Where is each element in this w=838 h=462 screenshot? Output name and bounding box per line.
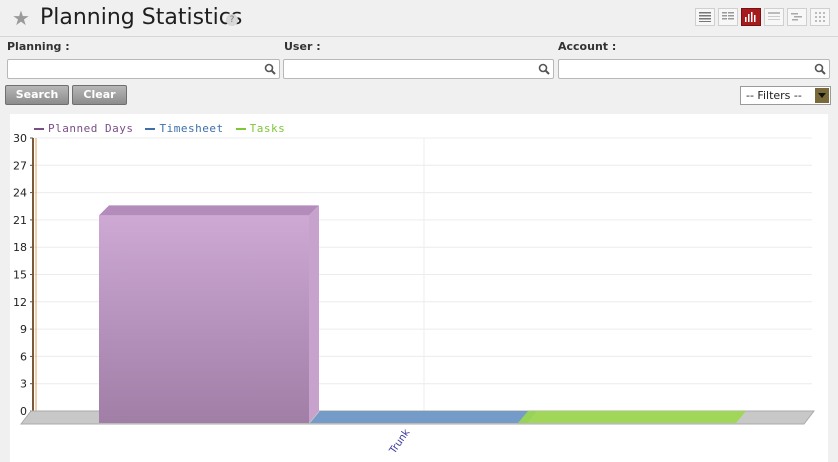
y-tick-label: 12 <box>13 296 27 309</box>
y-tick-label: 3 <box>20 378 27 391</box>
series-bar-timesheet <box>310 411 537 423</box>
y-tick-label: 30 <box>13 132 27 145</box>
y-tick-label: 24 <box>13 187 27 200</box>
bar-chart: 0 3 6 9 12 15 18 21 24 27 30 Trunk <box>13 132 816 457</box>
y-tick-label: 18 <box>13 241 27 254</box>
y-tick-label: 27 <box>13 159 27 172</box>
y-tick-label: 15 <box>13 269 27 282</box>
bar-planned-days-trunk <box>99 215 309 423</box>
y-tick-label: 9 <box>20 323 27 336</box>
y-tick-label: 0 <box>20 405 27 418</box>
series-bar-tasks <box>518 411 746 423</box>
y-tick-label: 6 <box>20 350 27 363</box>
bar-top-face <box>99 205 319 216</box>
y-tick-label: 21 <box>13 214 27 227</box>
bar-side-face <box>309 205 319 423</box>
x-tick-label: Trunk <box>387 427 412 457</box>
